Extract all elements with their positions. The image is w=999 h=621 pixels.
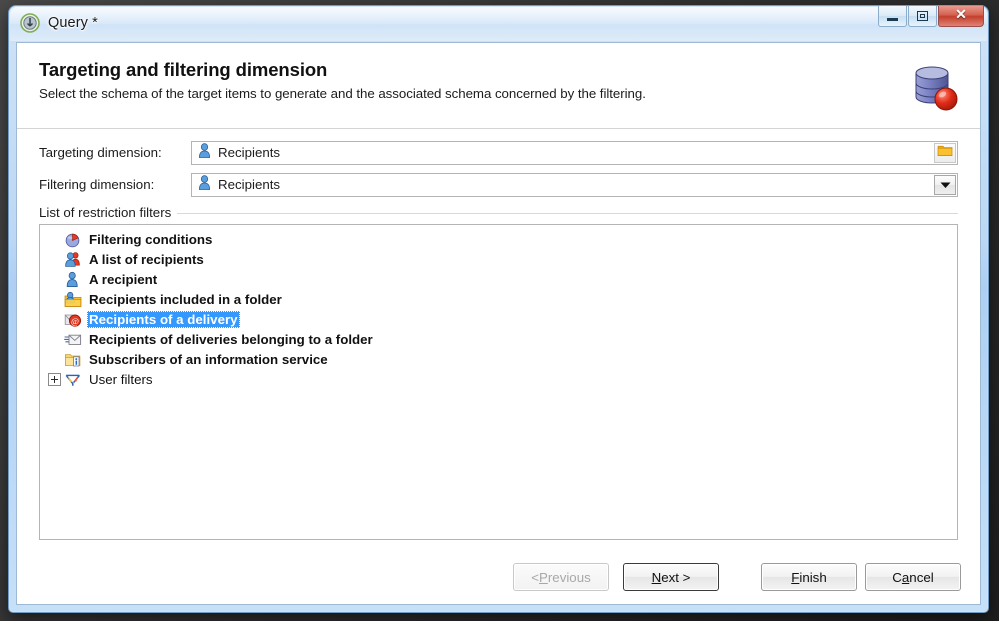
list-item-label: Recipients included in a folder xyxy=(89,291,282,307)
database-red-sphere-icon xyxy=(908,61,960,113)
minimize-icon xyxy=(887,17,898,21)
list-item-label: Filtering conditions xyxy=(89,231,213,247)
dialog-client-area: Targeting and filtering dimension Select… xyxy=(16,42,981,605)
page-title: Targeting and filtering dimension xyxy=(39,59,328,80)
previous-button[interactable]: < Previous xyxy=(513,563,609,591)
finish-button-accel: F xyxy=(791,569,800,585)
list-item[interactable]: Subscribers of an information service xyxy=(40,349,957,369)
title-bar: Query * ✕ xyxy=(9,6,988,40)
dimension-form: Targeting dimension: Recipients Filterin… xyxy=(17,129,980,197)
close-button[interactable]: ✕ xyxy=(938,6,984,27)
restriction-filters-list[interactable]: Filtering conditions A list of recipient… xyxy=(39,224,958,540)
targeting-dimension-label: Targeting dimension: xyxy=(39,145,162,160)
list-item-user-filters[interactable]: User filters xyxy=(40,369,957,389)
folder-icon xyxy=(937,144,953,162)
next-button-accel: N xyxy=(651,569,662,585)
svg-text:@: @ xyxy=(71,316,79,326)
deliveries-folder-envelope-icon xyxy=(64,331,82,348)
window-title: Query * xyxy=(48,15,98,31)
list-item-label: Recipients of a delivery xyxy=(87,310,240,328)
recipients-folder-icon xyxy=(64,291,82,308)
chevron-down-icon xyxy=(940,176,951,194)
pie-chart-icon xyxy=(64,231,82,248)
cancel-button-accel: a xyxy=(901,569,910,585)
filtering-dimension-row: Filtering dimension: Recipients xyxy=(39,172,958,197)
list-item[interactable]: A list of recipients xyxy=(40,249,957,269)
restriction-filters-group: List of restriction filters Filtering co… xyxy=(39,204,958,540)
folder-browse-button[interactable] xyxy=(934,142,956,163)
recipient-list-icon xyxy=(64,251,82,268)
list-item-label: A list of recipients xyxy=(89,251,204,267)
delivery-at-icon: @ xyxy=(64,311,82,328)
next-button[interactable]: Next > xyxy=(623,563,719,591)
list-item-selected[interactable]: @ Recipients of a delivery xyxy=(40,309,957,329)
maximize-icon xyxy=(917,11,928,21)
finish-button-post: inish xyxy=(799,569,827,585)
list-item[interactable]: A recipient xyxy=(40,269,957,289)
previous-button-pre: < xyxy=(531,569,539,585)
user-filters-funnel-icon xyxy=(64,371,82,388)
list-item[interactable]: Filtering conditions xyxy=(40,229,957,249)
window-controls: ✕ xyxy=(877,6,984,27)
list-item[interactable]: Recipients of deliveries belonging to a … xyxy=(40,329,957,349)
cancel-button-post: ncel xyxy=(909,569,934,585)
finish-button[interactable]: Finish xyxy=(761,563,857,591)
close-icon: ✕ xyxy=(955,8,967,23)
list-item-label: User filters xyxy=(89,371,153,387)
expand-plus-icon[interactable] xyxy=(48,372,61,386)
recipient-person-icon xyxy=(198,174,211,195)
previous-button-post: revious xyxy=(547,569,591,585)
list-item[interactable]: Recipients included in a folder xyxy=(40,289,957,309)
list-item-label: Recipients of deliveries belonging to a … xyxy=(89,331,373,347)
cancel-button-pre: C xyxy=(892,569,902,585)
filtering-dimension-field[interactable]: Recipients xyxy=(191,172,958,197)
targeting-dimension-field-inner[interactable]: Recipients xyxy=(192,142,934,164)
previous-button-accel: P xyxy=(539,569,548,585)
information-service-folder-icon xyxy=(64,351,82,368)
query-app-icon xyxy=(20,13,40,33)
maximize-button[interactable] xyxy=(908,6,937,27)
targeting-dimension-value: Recipients xyxy=(218,145,281,160)
filtering-dimension-field-inner[interactable]: Recipients xyxy=(192,174,934,196)
page-subtitle: Select the schema of the target items to… xyxy=(39,86,646,101)
next-button-post: ext > xyxy=(661,569,691,585)
filtering-dimension-label: Filtering dimension: xyxy=(39,177,155,192)
query-dialog-window: Query * ✕ Targeting and filtering dimens… xyxy=(8,5,989,613)
recipient-person-icon xyxy=(64,271,82,288)
recipient-person-icon xyxy=(198,142,211,163)
dialog-header: Targeting and filtering dimension Select… xyxy=(17,43,980,129)
group-legend: List of restriction filters xyxy=(39,205,178,220)
dropdown-button[interactable] xyxy=(934,174,956,195)
targeting-dimension-row: Targeting dimension: Recipients xyxy=(39,140,958,165)
cancel-button[interactable]: Ca ncel xyxy=(865,563,961,591)
filtering-dimension-value: Recipients xyxy=(218,177,281,192)
list-item-label: A recipient xyxy=(89,271,158,287)
minimize-button[interactable] xyxy=(878,6,907,27)
targeting-dimension-field[interactable]: Recipients xyxy=(191,140,958,165)
dialog-footer: < Previous Next > Finish Ca ncel xyxy=(17,550,980,604)
list-item-label: Subscribers of an information service xyxy=(89,351,328,367)
